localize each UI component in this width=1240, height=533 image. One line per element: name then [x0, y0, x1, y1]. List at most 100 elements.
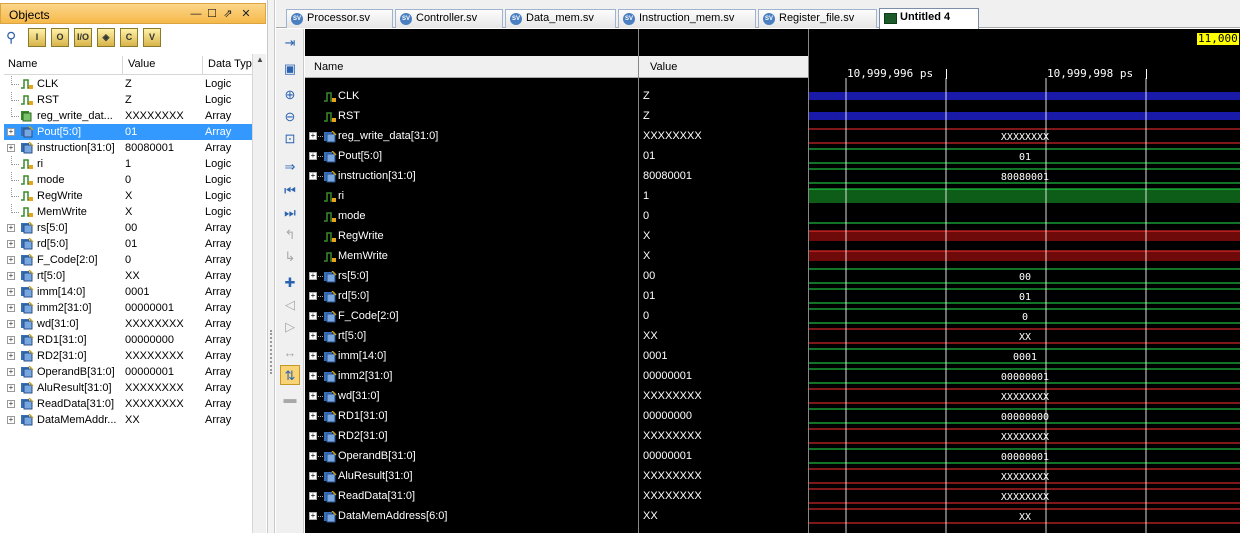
expand-icon[interactable]: + — [7, 320, 15, 328]
expand-icon[interactable]: + — [7, 416, 15, 424]
wave-row-imm-14-0[interactable]: + imm[14:0] — [305, 346, 638, 366]
wave-row-clk[interactable]: CLK — [305, 86, 638, 106]
expand-icon[interactable]: + — [309, 472, 317, 480]
object-row-datamemaddr[interactable]: + DataMemAddr... XX Array — [4, 412, 252, 428]
expand-icon[interactable]: + — [7, 144, 15, 152]
expand-icon[interactable]: + — [309, 312, 317, 320]
swap-cursors-icon[interactable]: ↔ — [280, 343, 300, 363]
column-divider[interactable] — [202, 56, 203, 74]
object-row-clk[interactable]: CLK Z Logic — [4, 76, 252, 92]
next-marker-icon[interactable]: ▷ — [280, 317, 300, 337]
wave-value-row[interactable]: X — [639, 226, 808, 246]
wave-value-row[interactable]: 00000001 — [639, 446, 808, 466]
floating-ruler-icon[interactable]: ▬ — [280, 389, 300, 409]
expand-icon[interactable]: + — [7, 336, 15, 344]
expand-icon[interactable]: + — [7, 256, 15, 264]
tab-instruction-mem-sv[interactable]: SV Instruction_mem.sv — [618, 9, 756, 28]
filter-output-icon[interactable]: O — [51, 28, 69, 47]
go-to-end-icon[interactable]: ⏭ — [280, 203, 300, 223]
previous-transition-icon[interactable]: ↰ — [280, 225, 300, 245]
wave-row-rd-5-0[interactable]: + rd[5:0] — [305, 286, 638, 306]
expand-icon[interactable]: + — [309, 412, 317, 420]
wave-row-rs-5-0[interactable]: + rs[5:0] — [305, 266, 638, 286]
expand-icon[interactable]: + — [309, 512, 317, 520]
filter-variable-icon[interactable]: V — [143, 28, 161, 47]
object-row-rst[interactable]: RST Z Logic — [4, 92, 252, 108]
wave-row-rd2-31-0[interactable]: + RD2[31:0] — [305, 426, 638, 446]
filter-input-icon[interactable]: I — [28, 28, 46, 47]
time-ruler[interactable]: 10,999,996 ps 10,999,998 ps — [809, 56, 1240, 80]
wave-value-row[interactable]: 00000001 — [639, 366, 808, 386]
expand-icon[interactable]: + — [309, 152, 317, 160]
wave-value-row[interactable]: XXXXXXXX — [639, 126, 808, 146]
close-icon[interactable]: ✕ — [239, 8, 253, 21]
expand-icon[interactable]: + — [309, 172, 317, 180]
filter-internal-icon[interactable]: ◈ — [97, 28, 115, 47]
wave-value-row[interactable]: XXXXXXXX — [639, 486, 808, 506]
column-header-type[interactable]: Data Typ — [208, 58, 252, 70]
wave-name-header[interactable]: Name — [305, 56, 638, 78]
snap-to-transition-icon[interactable]: ⇅ — [280, 365, 300, 385]
expand-icon[interactable]: + — [7, 368, 15, 376]
wave-value-row[interactable]: 1 — [639, 186, 808, 206]
wave-row-ri[interactable]: ri — [305, 186, 638, 206]
wave-row-aluresult-31-0[interactable]: + AluResult[31:0] — [305, 466, 638, 486]
wave-value-row[interactable]: XX — [639, 506, 808, 526]
previous-marker-icon[interactable]: ◁ — [280, 295, 300, 315]
expand-icon[interactable]: + — [7, 304, 15, 312]
waveform-pane[interactable]: 11,000 10,999,996 ps 10,999,998 ps XXXXX… — [808, 29, 1240, 533]
zoom-out-icon[interactable]: ⊖ — [280, 107, 300, 127]
wave-value-row[interactable]: X — [639, 246, 808, 266]
object-row-imm-14-0[interactable]: + imm[14:0] 0001 Array — [4, 284, 252, 300]
object-row-wd-31-0[interactable]: + wd[31:0] XXXXXXXX Array — [4, 316, 252, 332]
splitter-grip[interactable] — [270, 330, 272, 374]
column-header-value[interactable]: Value — [128, 58, 155, 70]
next-transition-icon[interactable]: ↳ — [280, 247, 300, 267]
expand-icon[interactable]: + — [7, 288, 15, 296]
expand-icon[interactable]: + — [309, 272, 317, 280]
wave-row-readdata-31-0[interactable]: + ReadData[31:0] — [305, 486, 638, 506]
object-row-rd2-31-0[interactable]: + RD2[31:0] XXXXXXXX Array — [4, 348, 252, 364]
wave-value-row[interactable]: Z — [639, 106, 808, 126]
wave-value-row[interactable]: 0001 — [639, 346, 808, 366]
object-row-reg-write-dat[interactable]: reg_write_dat... XXXXXXXX Array — [4, 108, 252, 124]
filter-inout-icon[interactable]: I/O — [74, 28, 92, 47]
expand-icon[interactable]: + — [7, 400, 15, 408]
tab-untitled-4[interactable]: Untitled 4 — [879, 8, 979, 29]
object-row-mode[interactable]: mode 0 Logic — [4, 172, 252, 188]
wave-row-wd-31-0[interactable]: + wd[31:0] — [305, 386, 638, 406]
wave-row-rst[interactable]: RST — [305, 106, 638, 126]
wave-row-memwrite[interactable]: MemWrite — [305, 246, 638, 266]
expand-icon[interactable]: + — [7, 272, 15, 280]
waveform-canvas[interactable]: XXXXXXXX018008000100010XX000100000001XXX… — [809, 78, 1240, 533]
go-to-scope-icon[interactable]: ⇥ — [280, 33, 300, 53]
wave-row-mode[interactable]: mode — [305, 206, 638, 226]
wave-row-rt-5-0[interactable]: + rt[5:0] — [305, 326, 638, 346]
wave-value-header[interactable]: Value — [639, 56, 808, 78]
wave-row-operandb-31-0[interactable]: + OperandB[31:0] — [305, 446, 638, 466]
wave-row-rd1-31-0[interactable]: + RD1[31:0] — [305, 406, 638, 426]
zoom-in-icon[interactable]: ⊕ — [280, 85, 300, 105]
wave-row-f-code-2-0[interactable]: + F_Code[2:0] — [305, 306, 638, 326]
expand-icon[interactable]: + — [7, 384, 15, 392]
panel-splitter[interactable] — [268, 0, 275, 533]
filter-constant-icon[interactable]: C — [120, 28, 138, 47]
wave-value-row[interactable]: XXXXXXXX — [639, 466, 808, 486]
wave-value-row[interactable]: Z — [639, 86, 808, 106]
save-icon[interactable]: ▣ — [280, 59, 300, 79]
search-icon[interactable]: ⚲ — [6, 28, 24, 47]
maximize-icon[interactable]: ☐ — [205, 8, 219, 21]
wave-value-row[interactable]: XXXXXXXX — [639, 386, 808, 406]
object-row-readdata-31-0[interactable]: + ReadData[31:0] XXXXXXXX Array — [4, 396, 252, 412]
wave-row-instruction-31-0[interactable]: + instruction[31:0] — [305, 166, 638, 186]
tab-register-file-sv[interactable]: SV Register_file.sv — [758, 9, 877, 28]
tab-processor-sv[interactable]: SV Processor.sv — [286, 9, 393, 28]
object-row-regwrite[interactable]: RegWrite X Logic — [4, 188, 252, 204]
expand-icon[interactable]: + — [309, 352, 317, 360]
object-row-rs-5-0[interactable]: + rs[5:0] 00 Array — [4, 220, 252, 236]
wave-row-datamemaddress-6-0[interactable]: + DataMemAddress[6:0] — [305, 506, 638, 526]
expand-icon[interactable]: + — [7, 352, 15, 360]
object-row-operandb-31-0[interactable]: + OperandB[31:0] 00000001 Array — [4, 364, 252, 380]
column-header-name[interactable]: Name — [8, 58, 37, 70]
tab-controller-sv[interactable]: SV Controller.sv — [395, 9, 503, 28]
